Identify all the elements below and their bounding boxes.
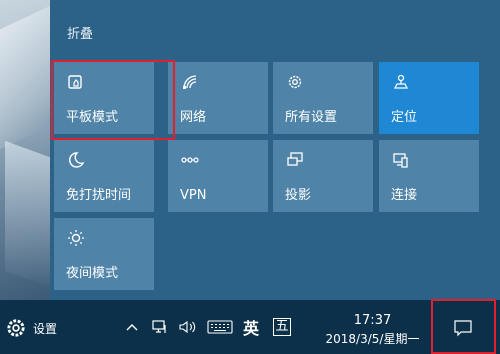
tile-label: 投影 (285, 188, 312, 203)
settings-label: 设置 (33, 321, 58, 336)
vpn-icon (181, 157, 199, 163)
clock[interactable]: 17:37 2018/3/5/星期一 (315, 312, 430, 348)
tile-location[interactable]: 定位 (379, 62, 479, 134)
tile-quiet-hours[interactable]: 免打扰时间 (54, 140, 154, 212)
tile-project[interactable]: 投影 (273, 140, 373, 212)
tile-label: 定位 (391, 110, 418, 125)
clock-time: 17:37 (353, 313, 392, 328)
tile-label: 所有设置 (285, 110, 338, 125)
notification-icon (454, 320, 472, 337)
ime-mode-indicator[interactable]: 五 (272, 317, 292, 337)
tile-label: 连接 (391, 188, 418, 203)
clock-date: 2018/3/5/星期一 (325, 332, 420, 346)
tablet-mode-icon (68, 75, 82, 89)
tile-label: 网络 (180, 110, 207, 125)
desktop-wallpaper (0, 0, 50, 300)
tile-label: 平板模式 (66, 110, 119, 125)
connect-icon (393, 153, 408, 168)
chevron-up-icon (126, 324, 138, 331)
network-icon (183, 75, 197, 89)
speaker-icon (179, 320, 196, 334)
ime-language-indicator[interactable]: 英 (240, 317, 262, 338)
brightness-icon (68, 230, 84, 246)
volume-button[interactable] (177, 317, 199, 337)
tile-label: 夜间模式 (66, 266, 119, 281)
ime-mode-label: 五 (273, 318, 291, 336)
tile-network[interactable]: 网络 (168, 62, 268, 134)
settings-button[interactable]: 设置 (0, 315, 57, 341)
tile-vpn[interactable]: VPN (168, 140, 268, 212)
tile-night-light[interactable]: 夜间模式 (54, 218, 154, 290)
project-icon (287, 152, 303, 166)
tile-label: VPN (180, 188, 207, 203)
taskbar: 设置 英 五 17:37 2018/3/5/星期一 (0, 300, 500, 354)
network-wired-icon (152, 320, 166, 333)
collapse-link[interactable]: 折叠 (67, 23, 93, 42)
keyboard-icon (207, 320, 233, 334)
show-hidden-icons-button[interactable] (124, 317, 140, 337)
moon-icon (69, 152, 85, 168)
tile-connect[interactable]: 连接 (379, 140, 479, 212)
tile-tablet-mode[interactable]: 平板模式 (54, 62, 154, 134)
tile-label: 免打扰时间 (66, 188, 132, 203)
touch-keyboard-button[interactable] (206, 317, 234, 337)
location-icon (394, 74, 408, 89)
gear-icon (7, 319, 25, 337)
tile-all-settings[interactable]: 所有设置 (273, 62, 373, 134)
action-center-panel: 折叠 平板模式 网络 所有设置 定位 免打扰时间 VPN 投影 连接 夜间模式 (50, 0, 500, 300)
action-center-button[interactable] (443, 311, 483, 345)
network-tray-button[interactable] (150, 317, 170, 337)
gear-icon (288, 75, 302, 89)
